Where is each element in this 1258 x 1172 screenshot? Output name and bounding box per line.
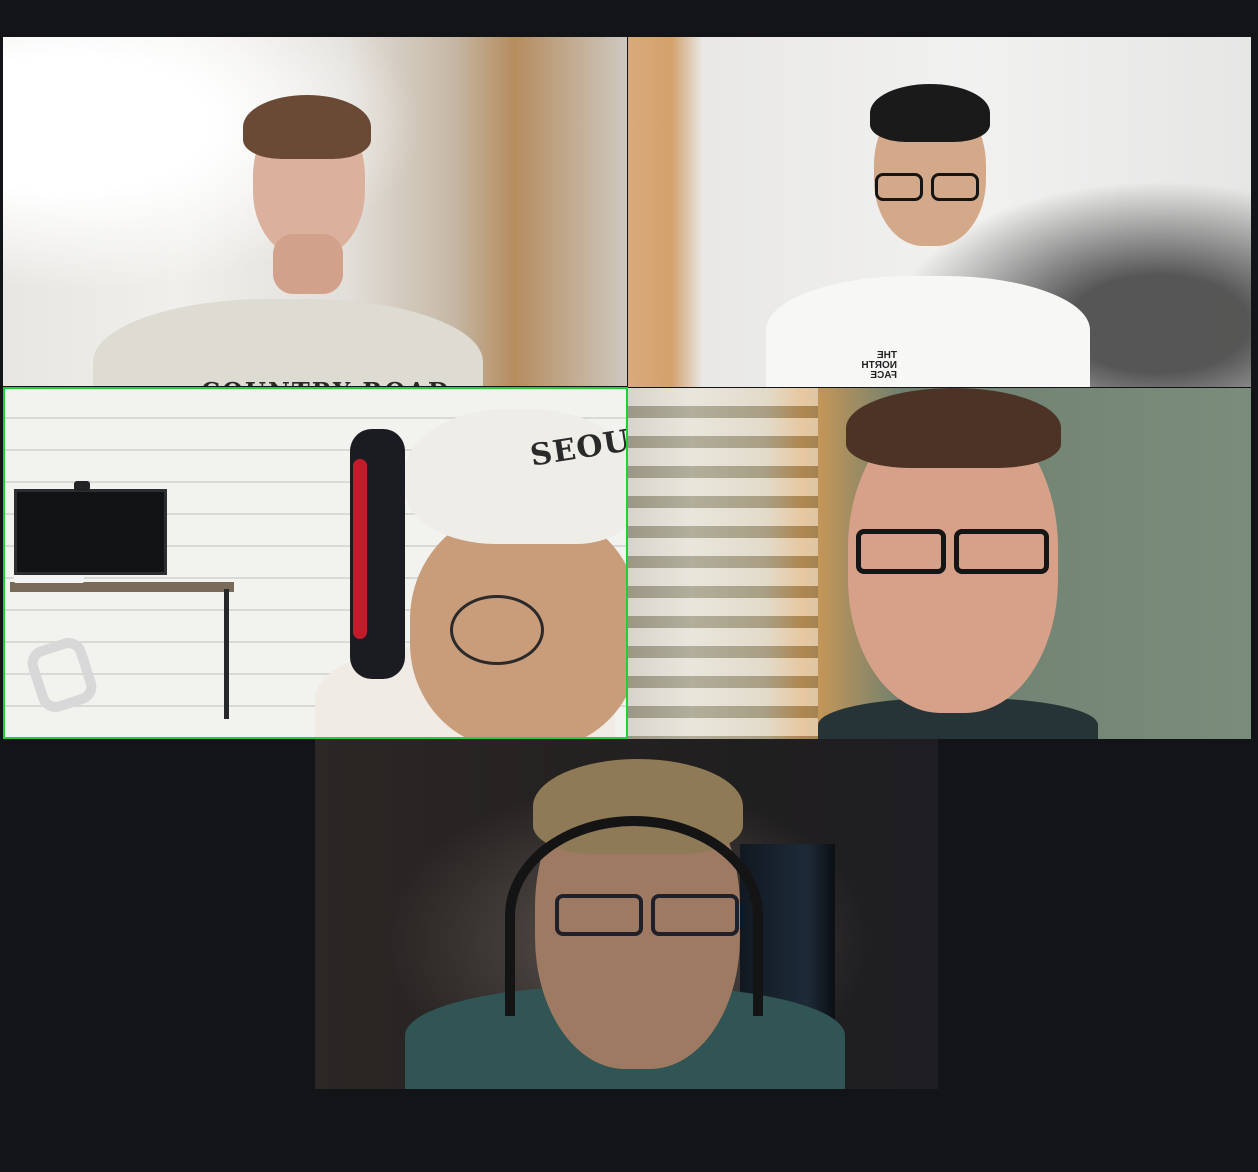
participant-video-person	[818, 388, 1098, 739]
participant-tile-active-speaker[interactable]: SEOU	[3, 387, 628, 739]
participant-tile[interactable]: COUNTRY ROAD	[3, 37, 627, 386]
shirt-text: COUNTRY ROAD	[201, 377, 451, 386]
participant-tile[interactable]	[315, 739, 938, 1089]
video-call-gallery: COUNTRY ROAD THE NORTH FACE	[0, 0, 1258, 1172]
participant-video-person: SEOU	[205, 409, 626, 737]
participant-video-person: COUNTRY ROAD	[93, 89, 513, 386]
participant-tile[interactable]	[628, 388, 1251, 739]
participant-video-person	[405, 759, 845, 1089]
window-blinds	[628, 388, 818, 739]
participant-video-person: THE NORTH FACE	[766, 84, 1106, 387]
participant-tile[interactable]: THE NORTH FACE	[628, 37, 1251, 387]
shirt-logo: THE NORTH FACE	[861, 350, 897, 381]
